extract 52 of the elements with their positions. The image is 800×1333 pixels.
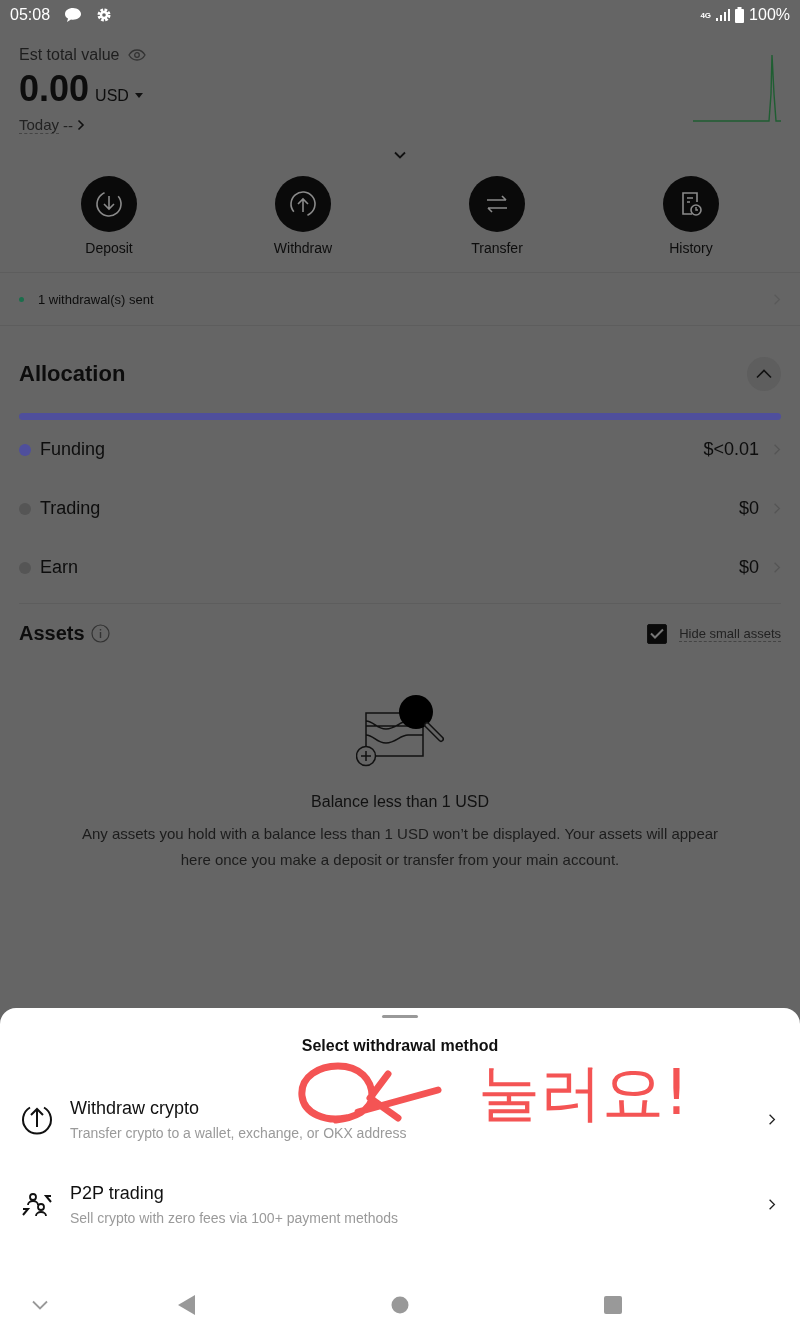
- download-icon: [95, 190, 123, 218]
- option-description: Sell crypto with zero fees via 100+ payment methods: [70, 1210, 399, 1226]
- battery-icon: [735, 7, 745, 23]
- chat-bubble-icon: [64, 7, 83, 23]
- eye-icon[interactable]: [127, 49, 146, 61]
- action-button[interactable]: Transfer: [400, 170, 594, 272]
- checkbox[interactable]: [647, 623, 668, 644]
- account-value: $0: [738, 498, 759, 519]
- period-label[interactable]: Today: [19, 116, 60, 134]
- action-button[interactable]: Deposit: [12, 170, 206, 272]
- chevron-down-icon[interactable]: [394, 151, 406, 159]
- clock-time: 05:08: [10, 6, 51, 24]
- info-icon[interactable]: [90, 624, 110, 643]
- account-name[interactable]: Funding: [40, 439, 106, 460]
- chevron-icon[interactable]: [756, 369, 772, 379]
- network-type: 4G: [700, 10, 712, 20]
- action-button[interactable]: Withdraw: [206, 170, 400, 272]
- total-value-label: Est total value: [19, 46, 120, 64]
- sheet-title: Select withdrawal method: [300, 1037, 500, 1055]
- period-change: --: [63, 116, 74, 134]
- action-button[interactable]: History: [594, 170, 788, 272]
- chevron-right-icon: [768, 1113, 776, 1126]
- account-value: $<0.01: [703, 439, 759, 460]
- chevron-right-icon: [768, 1198, 776, 1211]
- account-name[interactable]: Trading: [40, 498, 101, 519]
- annotation-text: 눌러요!: [478, 1062, 689, 1124]
- drag-handle[interactable]: [382, 1015, 418, 1018]
- recents-icon[interactable]: [604, 1296, 623, 1314]
- checkbox-label[interactable]: Hide small assets: [679, 625, 781, 642]
- chevron-right-icon[interactable]: [77, 119, 86, 131]
- currency-selector[interactable]: USD: [95, 87, 143, 105]
- back-icon[interactable]: [177, 1295, 196, 1315]
- caret-down-icon[interactable]: [134, 93, 143, 99]
- home-icon[interactable]: [391, 1296, 409, 1314]
- chevron-down-icon[interactable]: [32, 1300, 48, 1310]
- collapse-button[interactable]: [747, 357, 781, 391]
- status-dot: [19, 296, 24, 302]
- signal-icon: [716, 9, 731, 21]
- option-title[interactable]: P2P trading: [70, 1183, 752, 1204]
- notice-text[interactable]: 1 withdrawal(s) sent: [38, 291, 154, 307]
- empty-state-message: Any assets you hold with a balance less than 1 USD won’t be displayed. Your assets will appear here once you make a deposit or transfer from your main account.: [80, 824, 720, 870]
- account-name[interactable]: Earn: [40, 557, 79, 578]
- empty-state-title: Balance less than 1 USD: [311, 793, 489, 811]
- settings-icon: [96, 7, 113, 23]
- section-title: Assets: [19, 622, 85, 645]
- total-amount: 0.00: [19, 68, 90, 110]
- section-title: Allocation: [19, 361, 126, 387]
- battery-percent: 100%: [749, 6, 790, 24]
- upload-icon: [289, 190, 317, 218]
- account-value: $0: [738, 557, 759, 578]
- option-description: Transfer crypto to a wallet, exchange, or OKX address: [70, 1125, 408, 1141]
- swap-arrows-icon: [485, 194, 509, 214]
